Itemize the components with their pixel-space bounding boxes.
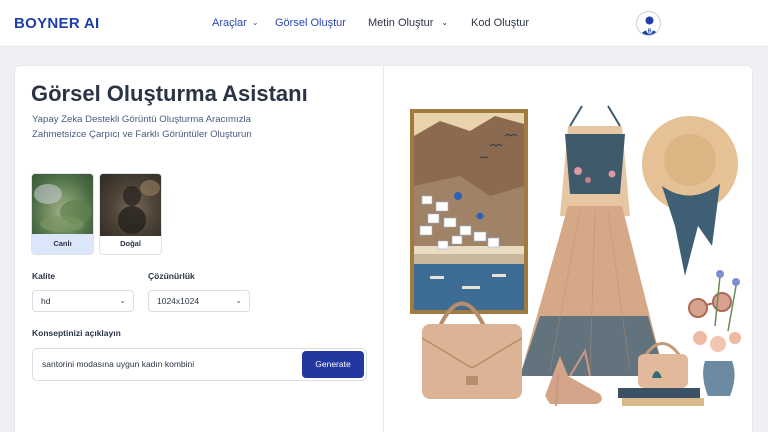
chevron-down-icon: ⌄ [119, 296, 126, 305]
avatar-letter: B [648, 29, 652, 35]
panel-divider [383, 66, 384, 432]
flower-vase [693, 270, 741, 396]
quality-value: hd [41, 296, 51, 306]
chevron-down-icon: ⌄ [235, 296, 242, 305]
sun-hat [642, 116, 738, 276]
generate-button[interactable]: Generate [302, 351, 364, 378]
nav-metin-olustur[interactable]: Metin Oluştur ⌄ [368, 17, 448, 29]
brand-logo[interactable]: BOYNER AI [14, 15, 100, 32]
framed-painting [410, 109, 528, 314]
resolution-label: Çözünürlük [148, 271, 195, 281]
style-thumbnail-dogal [100, 174, 161, 236]
resolution-select[interactable]: 1024x1024 ⌄ [148, 290, 250, 312]
sunglasses [688, 292, 732, 318]
handbag [421, 301, 523, 399]
style-label-canli: Canlı [32, 234, 93, 254]
user-icon: B [641, 16, 658, 35]
blurred-portrait-icon [118, 180, 160, 234]
nav-gorsel-olustur[interactable]: Görsel Oluştur [275, 17, 346, 29]
page-subtitle: Yapay Zeka Destekli Görüntü Oluşturma Ar… [32, 113, 332, 142]
nav-araclar[interactable]: Araçlar ⌄ [212, 17, 259, 29]
style-option-dogal[interactable]: Doğal [99, 173, 162, 255]
quality-label: Kalite [32, 271, 56, 281]
style-option-canli[interactable]: Canlı [31, 173, 94, 255]
nav-kod-olustur-label: Kod Oluştur [471, 17, 530, 29]
subtitle-line-2: Zahmetsizce Çarpıcı ve Farklı Görüntüler… [32, 128, 252, 140]
prompt-value: santorini modasına uygun kadın kombini [42, 359, 195, 369]
chevron-down-icon: ⌄ [251, 18, 259, 27]
subtitle-line-1: Yapay Zeka Destekli Görüntü Oluşturma Ar… [32, 114, 251, 125]
top-navbar: BOYNER AI Araçlar ⌄ Görsel Oluştur Metin … [0, 0, 768, 47]
resolution-value: 1024x1024 [157, 296, 200, 306]
chevron-down-icon: ⌄ [441, 18, 449, 27]
nav-araclar-label: Araçlar [212, 17, 247, 29]
prompt-label: Konseptinizi açıklayın [32, 328, 121, 338]
main-card: Görsel Oluşturma Asistanı Yapay Zeka Des… [14, 65, 753, 432]
generated-image [410, 105, 741, 407]
nav-kod-olustur[interactable]: Kod Oluştur [471, 17, 529, 29]
style-thumbnail-canli [32, 174, 93, 236]
dress [520, 105, 665, 376]
nav-gorsel-olustur-label: Görsel Oluştur [275, 17, 346, 29]
style-label-dogal: Doğal [120, 239, 141, 248]
nav-metin-olustur-label: Metin Oluştur [368, 17, 434, 29]
user-avatar[interactable]: B [636, 11, 661, 36]
page-title: Görsel Oluşturma Asistanı [31, 81, 308, 106]
blurred-landscape-icon [34, 184, 92, 232]
quality-select[interactable]: hd ⌄ [32, 290, 134, 312]
